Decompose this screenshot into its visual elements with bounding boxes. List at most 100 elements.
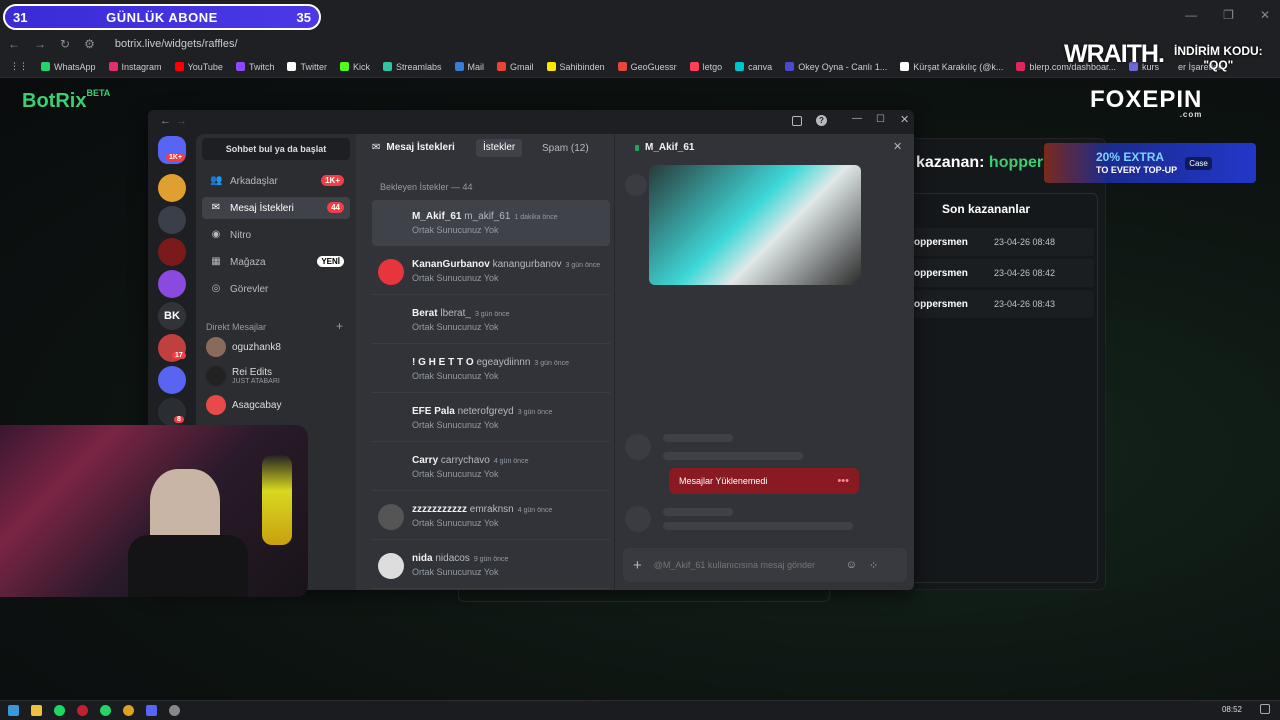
request-row[interactable]: EFE Pala neterofgreyd 3 gün önce Ortak Sun… <box>372 396 610 442</box>
case-logo: Case <box>1185 156 1212 170</box>
winner-row-date: 23-04-26 08:42 <box>994 268 1056 278</box>
bookmark-item[interactable]: Instagram <box>108 62 162 72</box>
dm-item[interactable]: Rei Edits JUST ATABARI <box>202 363 350 389</box>
server-avatar-6[interactable] <box>158 366 186 394</box>
winner-row: oppersmen 23-04-26 08:48 <box>900 228 1094 256</box>
bookmark-item[interactable]: Twitter <box>287 62 327 72</box>
discord-icon[interactable] <box>146 705 157 716</box>
bookmark-item[interactable]: letgo <box>689 61 723 72</box>
bookmark-icon <box>617 62 627 71</box>
dc-back-icon[interactable]: ← <box>160 115 171 127</box>
server-avatar-4[interactable] <box>158 270 186 298</box>
notification-icon[interactable] <box>1260 704 1270 714</box>
bookmark-item[interactable]: WhatsApp <box>41 62 96 72</box>
request-username: carrychavo <box>440 455 490 466</box>
dc-forward-icon[interactable]: → <box>176 115 187 127</box>
message-composer[interactable]: + ☺ ⁘ <box>623 548 907 582</box>
close-chat-icon[interactable]: ✕ <box>893 140 902 153</box>
bookmark-item[interactable]: GeoGuessr <box>617 62 677 72</box>
chrome-icon[interactable] <box>123 705 134 716</box>
address-url[interactable]: botrix.live/widgets/raffles/ <box>115 38 238 50</box>
chat-panel: M_Akif_61 ✕ Mesajlar Yüklenemedi ••• + ☺… <box>614 134 914 590</box>
request-row[interactable]: nida nidacos 9 gün önce Ortak Sunucunuz Yo… <box>372 543 610 589</box>
apps-grid-icon[interactable]: ⁘ <box>869 559 878 572</box>
bookmark-item[interactable]: Okey Oyna - Canlı 1... <box>785 62 887 72</box>
bookmark-icon <box>735 62 745 71</box>
server-avatar-1[interactable] <box>158 174 186 202</box>
request-display-name: zzzzzzzzzzz <box>412 504 467 515</box>
back-icon[interactable]: ← <box>8 37 20 51</box>
dc-maximize-icon[interactable]: ☐ <box>876 114 885 125</box>
request-row[interactable]: zzzzzzzzzzz emraknsn 4 gün önce Ortak Sunu… <box>372 494 610 540</box>
server-badge-17: 17 <box>172 352 186 359</box>
attach-plus-icon[interactable]: + <box>633 557 642 574</box>
bookmark-item[interactable]: Kick <box>339 62 370 72</box>
request-display-name: M_Akif_61 <box>412 210 462 222</box>
reload-icon[interactable]: ↻ <box>60 37 70 51</box>
request-row[interactable]: ! G H E T T O egeaydiinnn 3 gün önce Ortak… <box>372 347 610 393</box>
dm-status: JUST ATABARI <box>232 378 280 385</box>
inbox-icon[interactable] <box>792 116 802 126</box>
requests-header: ✉ Mesaj İstekleri <box>372 142 455 153</box>
dc-close-icon[interactable]: ✕ <box>900 113 909 126</box>
botrix-name: BotRix <box>22 90 87 112</box>
bookmark-label: Twitter <box>300 61 327 72</box>
minimize-icon[interactable]: — <box>1185 8 1197 22</box>
chat-title: M_Akif_61 <box>645 142 695 153</box>
server-avatar-2[interactable] <box>158 206 186 234</box>
bookmark-item[interactable]: Sahibinden <box>546 62 605 72</box>
request-row[interactable]: KananGurbanov kanangurbanov 3 gün önce Ort… <box>372 249 610 295</box>
help-icon[interactable]: ? <box>816 115 827 126</box>
dc-minimize-icon[interactable]: — <box>852 113 862 124</box>
bookmark-item[interactable]: Gmail <box>497 62 534 72</box>
shared-image[interactable] <box>649 165 861 285</box>
restore-icon[interactable]: ❐ <box>1223 8 1234 22</box>
apps-icon[interactable]: ⋮⋮ <box>10 61 28 72</box>
nav-item[interactable]: 👥 Arkadaşlar 1K+ <box>202 170 350 192</box>
close-icon[interactable]: ✕ <box>1260 8 1270 22</box>
bookmark-item[interactable]: Twitch <box>235 62 274 72</box>
tab-spam[interactable]: Spam (12) <box>542 143 589 154</box>
request-time: 4 gün önce <box>517 507 553 514</box>
winner-row: oppersmen 23-04-26 08:43 <box>900 290 1094 318</box>
bookmark-label: letgo <box>702 61 723 72</box>
nav-item[interactable]: ▦ Mağaza YENİ <box>202 251 350 273</box>
dm-item[interactable]: oguzhank8 <box>202 334 350 360</box>
message-input[interactable] <box>653 560 836 570</box>
request-row[interactable]: Berat lberat_ 3 gün önce Ortak Sunucunuz Y… <box>372 298 610 344</box>
request-row[interactable]: Carry carrychavo 4 gün önce Ortak Sunucunu… <box>372 445 610 491</box>
avatar <box>378 455 404 481</box>
server-avatar-3[interactable] <box>158 238 186 266</box>
server-bk[interactable]: BK <box>158 302 186 330</box>
bookmark-item[interactable]: YouTube <box>174 62 223 72</box>
request-display-name: ! G H E T T O <box>412 357 474 368</box>
bookmark-item[interactable]: canva <box>735 62 772 72</box>
bookmark-icon <box>287 62 297 71</box>
app-icon-red[interactable] <box>77 705 88 716</box>
winner-row-name: oppersmen <box>914 267 968 279</box>
nav-item[interactable]: ✉ Mesaj İstekleri 44 <box>202 197 350 219</box>
whatsapp-icon[interactable] <box>100 705 111 716</box>
skeleton-line-3 <box>663 508 733 516</box>
skeleton-line-2 <box>663 452 803 460</box>
bookmark-item[interactable]: Mail <box>454 62 484 72</box>
start-icon[interactable] <box>8 705 19 716</box>
obs-icon[interactable] <box>169 705 180 716</box>
avatar <box>378 357 404 383</box>
nav-item[interactable]: ◉ Nitro <box>202 224 350 246</box>
bookmark-item[interactable]: Streamlabs <box>382 62 442 72</box>
site-info-icon[interactable]: ⚙ <box>84 37 95 51</box>
tab-requests[interactable]: İstekler <box>476 139 523 157</box>
spotify-icon[interactable] <box>54 705 65 716</box>
find-conversation-button[interactable]: Sohbet bul ya da başlat <box>202 138 350 160</box>
explorer-icon[interactable] <box>31 705 42 716</box>
bookmark-item[interactable]: Kürşat Karakılıç (@k... <box>900 62 1003 72</box>
request-username: egeaydiinnn <box>476 357 531 368</box>
emoji-icon[interactable]: ☺ <box>846 559 857 571</box>
add-dm-icon[interactable]: + <box>336 319 343 333</box>
avatar <box>378 258 404 285</box>
forward-icon[interactable]: → <box>34 37 46 51</box>
request-row[interactable]: M_Akif_61 m_akif_61 1 dakika önce Ortak Su… <box>372 200 610 246</box>
dm-item[interactable]: Asagcabay <box>202 392 350 418</box>
nav-item[interactable]: ◎ Görevler <box>202 278 350 300</box>
